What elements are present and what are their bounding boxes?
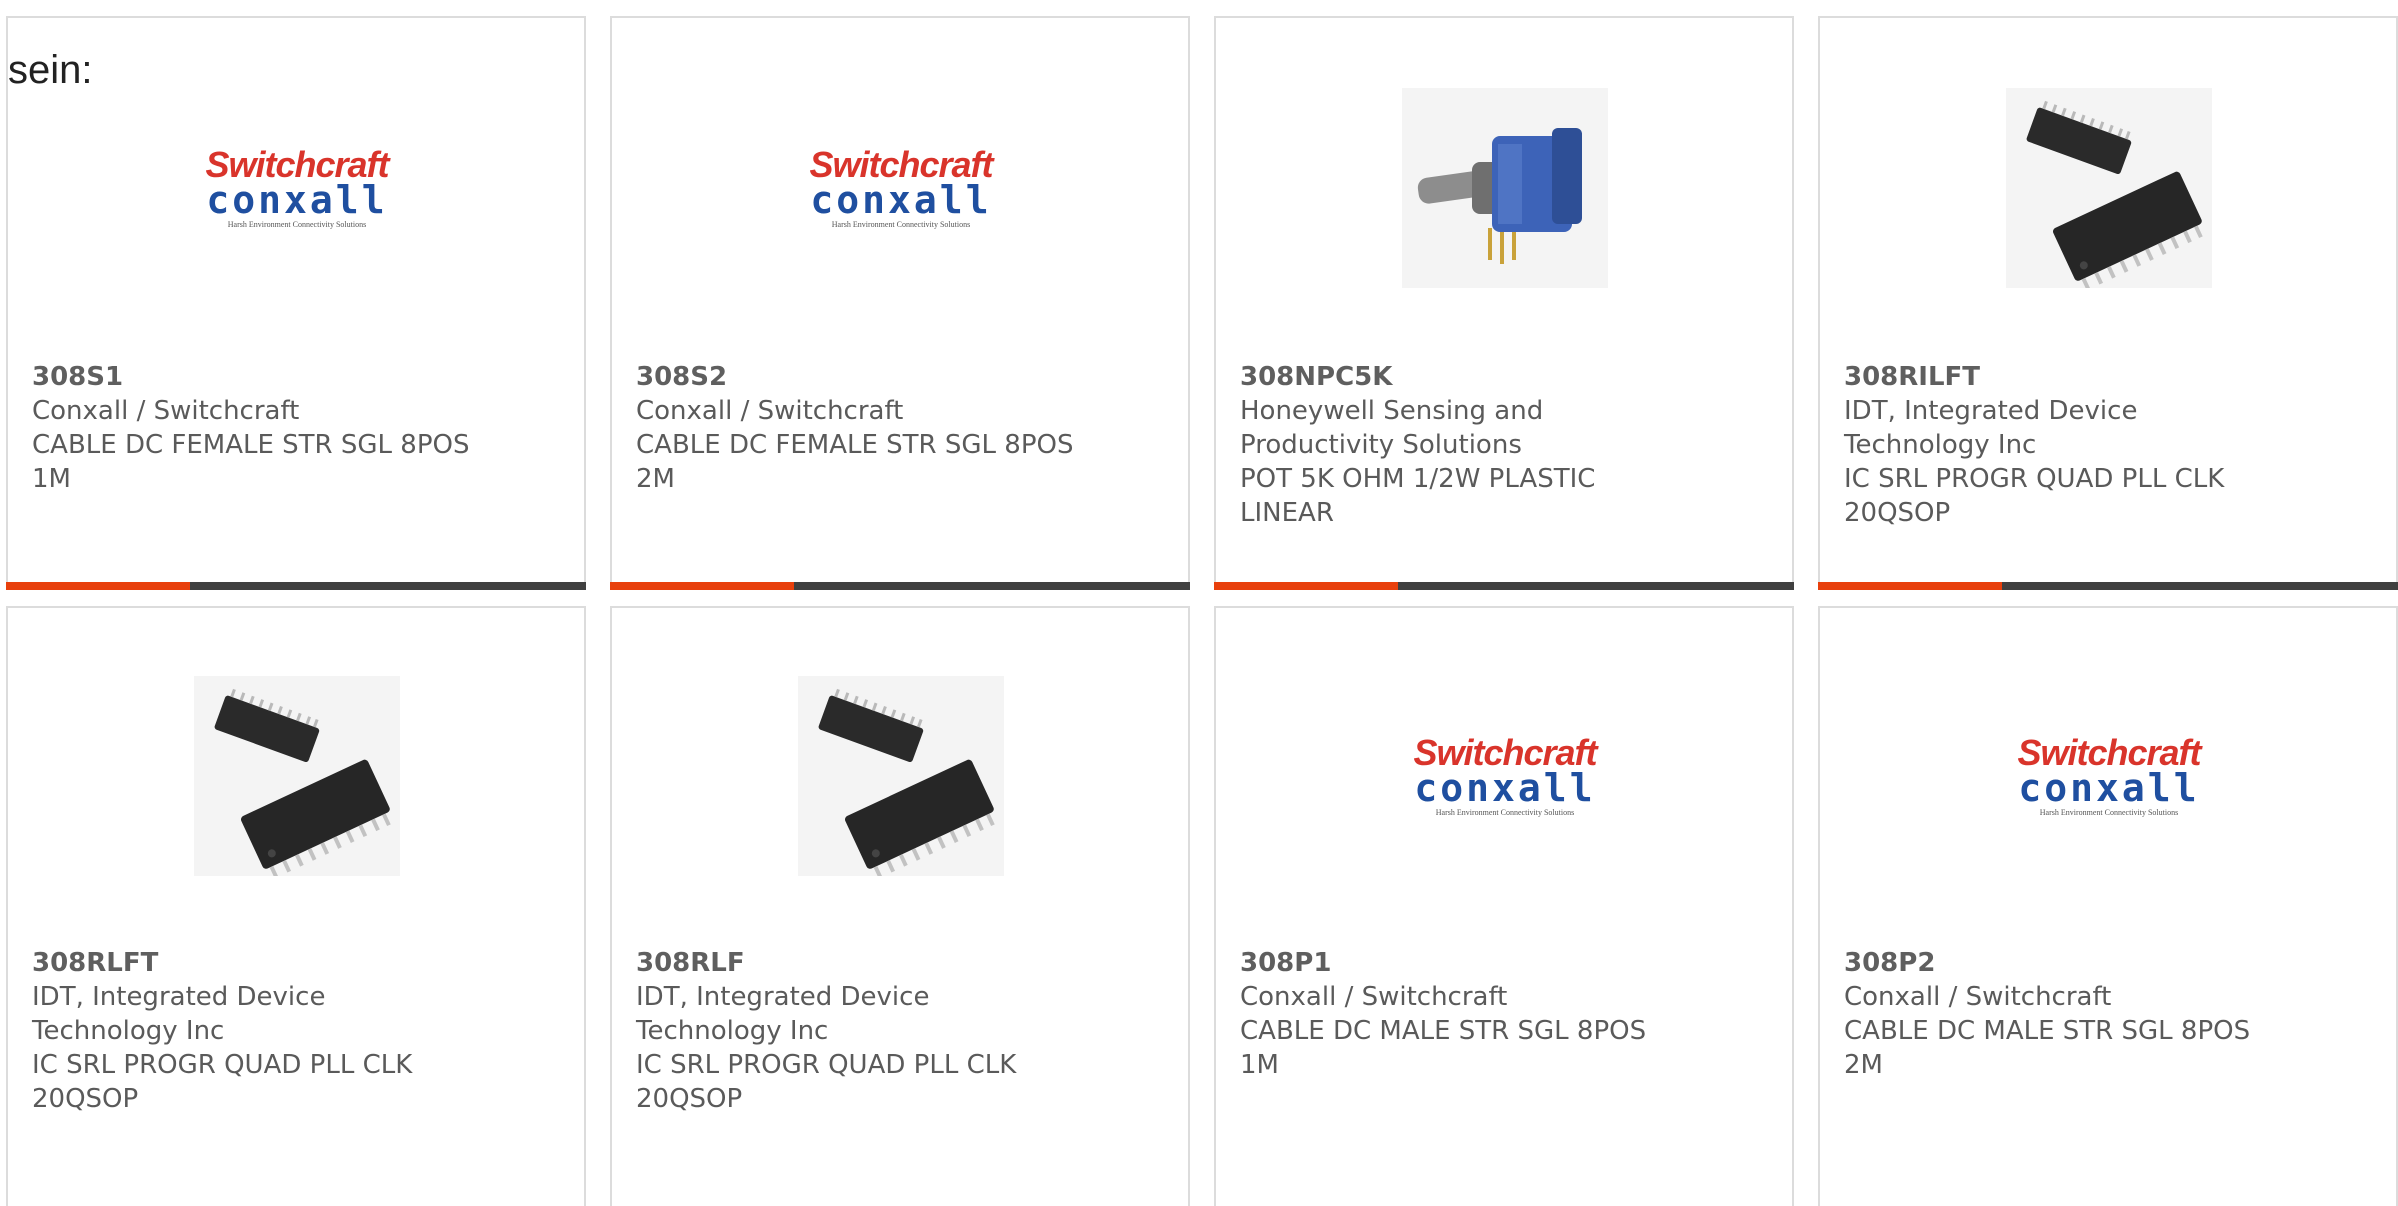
product-description: IC SRL PROGR QUAD PLL CLK 20QSOP	[1844, 464, 2225, 528]
product-image[interactable]: Switchcraft conxall Harsh Environment Co…	[798, 88, 1004, 288]
product-image[interactable]	[798, 676, 1004, 876]
product-card[interactable]: 308RLFT IDT, Integrated Device Technolog…	[6, 606, 586, 1206]
part-number[interactable]: 308NPC5K	[1240, 360, 1680, 394]
logo-brand-bottom: conxall	[206, 178, 388, 222]
part-number[interactable]: 308P2	[1844, 946, 2284, 980]
card-footer-bar	[1214, 582, 1794, 590]
manufacturer: IDT, Integrated Device Technology Inc	[1844, 396, 2138, 460]
accent-bar	[1818, 582, 2002, 590]
manufacturer: Conxall / Switchcraft	[32, 396, 300, 426]
product-image[interactable]: Switchcraft conxall Harsh Environment Co…	[1402, 676, 1608, 876]
product-image[interactable]	[1402, 88, 1608, 288]
logo-brand-bottom: conxall	[810, 178, 992, 222]
manufacturer: Honeywell Sensing and Productivity Solut…	[1240, 396, 1544, 460]
accent-bar	[1214, 582, 1398, 590]
product-image[interactable]	[194, 676, 400, 876]
logo-tagline: Harsh Environment Connectivity Solutions	[1435, 808, 1575, 817]
card-footer-bar	[610, 582, 1190, 590]
product-description: POT 5K OHM 1/2W PLASTIC LINEAR	[1240, 464, 1596, 528]
manufacturer: Conxall / Switchcraft	[636, 396, 904, 426]
product-description: CABLE DC FEMALE STR SGL 8POS 1M	[32, 430, 470, 494]
product-info: 308P1 Conxall / Switchcraft CABLE DC MAL…	[1240, 946, 1680, 1082]
product-card[interactable]: Switchcraft conxall Harsh Environment Co…	[1818, 606, 2398, 1206]
switchcraft-conxall-logo: Switchcraft conxall Harsh Environment Co…	[1402, 735, 1608, 817]
part-number[interactable]: 308RLFT	[32, 946, 472, 980]
logo-tagline: Harsh Environment Connectivity Solutions	[227, 220, 367, 229]
part-number[interactable]: 308S2	[636, 360, 1076, 394]
product-card[interactable]: Switchcraft conxall Harsh Environment Co…	[1214, 606, 1794, 1206]
accent-bar	[610, 582, 794, 590]
product-description: CABLE DC MALE STR SGL 8POS 1M	[1240, 1016, 1647, 1080]
qsop-chip-photo	[2006, 88, 2212, 288]
card-footer-bar	[6, 582, 586, 590]
potentiometer-photo	[1402, 88, 1608, 288]
manufacturer: IDT, Integrated Device Technology Inc	[32, 982, 326, 1046]
logo-tagline: Harsh Environment Connectivity Solutions	[831, 220, 971, 229]
accent-bar	[6, 582, 190, 590]
part-number[interactable]: 308RLF	[636, 946, 1076, 980]
switchcraft-conxall-logo: Switchcraft conxall Harsh Environment Co…	[798, 147, 1004, 229]
qsop-chip-photo	[798, 676, 1004, 876]
product-info: 308S2 Conxall / Switchcraft CABLE DC FEM…	[636, 360, 1076, 496]
part-number[interactable]: 308RILFT	[1844, 360, 2284, 394]
product-card[interactable]: Switchcraft conxall Harsh Environment Co…	[6, 16, 586, 590]
product-image[interactable]: Switchcraft conxall Harsh Environment Co…	[2006, 676, 2212, 876]
switchcraft-conxall-logo: Switchcraft conxall Harsh Environment Co…	[2006, 735, 2212, 817]
product-card[interactable]: 308RLF IDT, Integrated Device Technology…	[610, 606, 1190, 1206]
switchcraft-conxall-logo: Switchcraft conxall Harsh Environment Co…	[194, 147, 400, 229]
product-info: 308S1 Conxall / Switchcraft CABLE DC FEM…	[32, 360, 472, 496]
logo-tagline: Harsh Environment Connectivity Solutions	[2039, 808, 2179, 817]
part-number[interactable]: 308P1	[1240, 946, 1680, 980]
product-card[interactable]: 308NPC5K Honeywell Sensing and Productiv…	[1214, 16, 1794, 590]
product-description: CABLE DC FEMALE STR SGL 8POS 2M	[636, 430, 1074, 494]
product-description: IC SRL PROGR QUAD PLL CLK 20QSOP	[32, 1050, 413, 1114]
manufacturer: Conxall / Switchcraft	[1240, 982, 1508, 1012]
product-description: CABLE DC MALE STR SGL 8POS 2M	[1844, 1016, 2251, 1080]
product-info: 308RLF IDT, Integrated Device Technology…	[636, 946, 1076, 1116]
product-info: 308P2 Conxall / Switchcraft CABLE DC MAL…	[1844, 946, 2284, 1082]
logo-brand-bottom: conxall	[2018, 766, 2200, 810]
product-image[interactable]	[2006, 88, 2212, 288]
card-footer-bar	[1818, 582, 2398, 590]
product-info: 308NPC5K Honeywell Sensing and Productiv…	[1240, 360, 1680, 530]
product-card[interactable]: 308RILFT IDT, Integrated Device Technolo…	[1818, 16, 2398, 590]
manufacturer: Conxall / Switchcraft	[1844, 982, 2112, 1012]
logo-brand-bottom: conxall	[1414, 766, 1596, 810]
manufacturer: IDT, Integrated Device Technology Inc	[636, 982, 930, 1046]
product-info: 308RLFT IDT, Integrated Device Technolog…	[32, 946, 472, 1116]
product-info: 308RILFT IDT, Integrated Device Technolo…	[1844, 360, 2284, 530]
part-number[interactable]: 308S1	[32, 360, 472, 394]
intro-text: sein:	[8, 48, 93, 92]
qsop-chip-photo	[194, 676, 400, 876]
product-image[interactable]: Switchcraft conxall Harsh Environment Co…	[194, 88, 400, 288]
product-description: IC SRL PROGR QUAD PLL CLK 20QSOP	[636, 1050, 1017, 1114]
product-card[interactable]: Switchcraft conxall Harsh Environment Co…	[610, 16, 1190, 590]
